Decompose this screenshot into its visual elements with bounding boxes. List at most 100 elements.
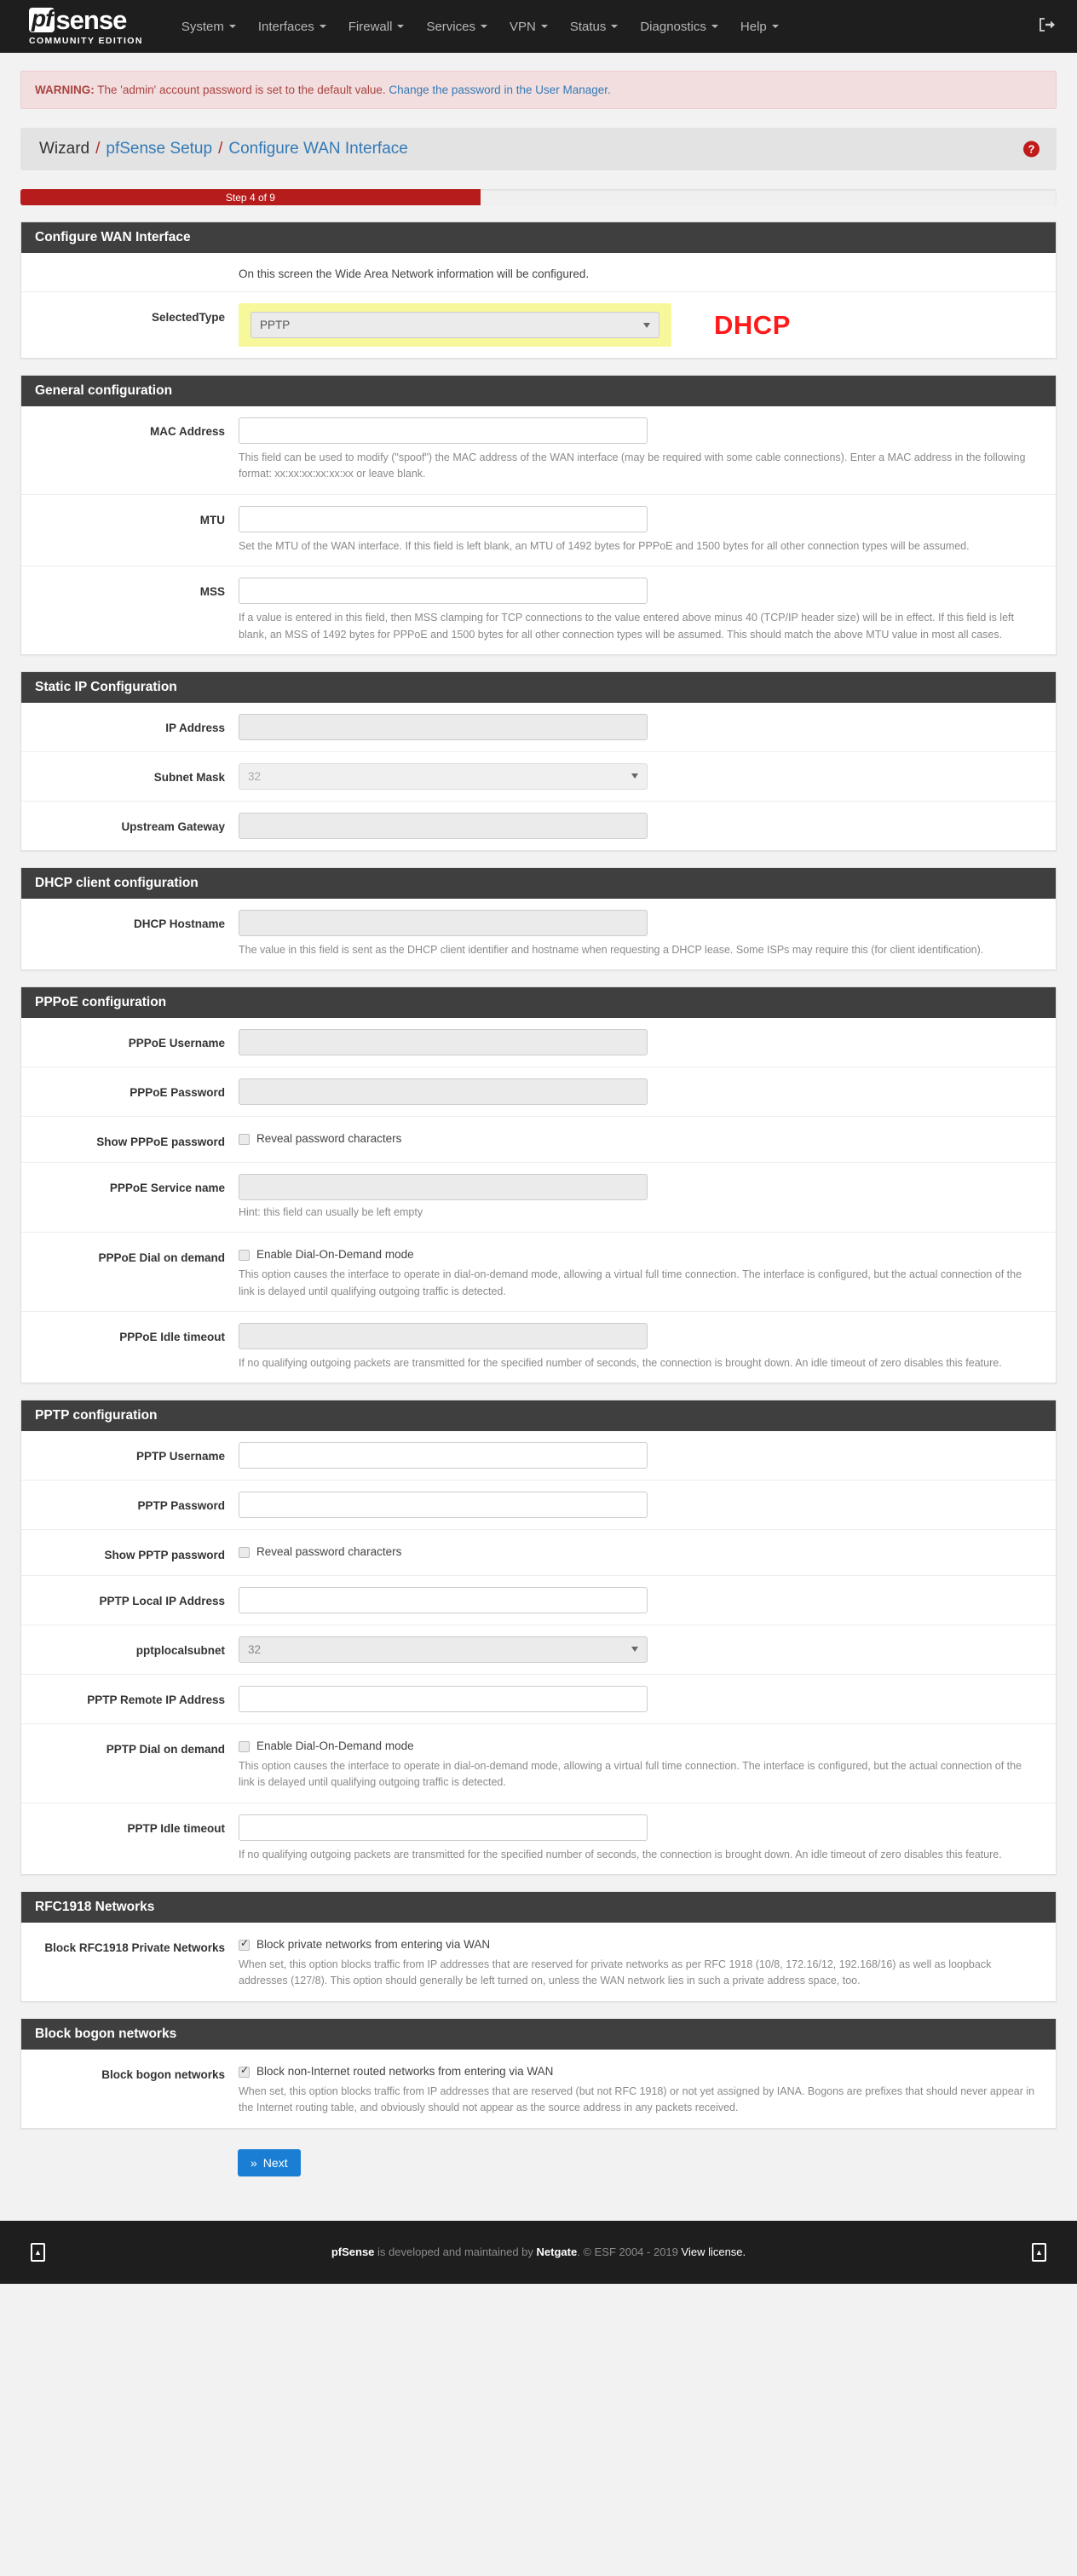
- selected-type-highlight: PPTP: [239, 303, 671, 347]
- pptp-remote-ip-input[interactable]: [239, 1685, 648, 1712]
- nav-item-services[interactable]: Services: [415, 14, 498, 39]
- dhcp-hostname-help: The value in this field is sent as the D…: [239, 943, 984, 956]
- selected-type-select[interactable]: PPTP: [251, 312, 659, 338]
- brand-sense-text: sense: [55, 5, 127, 35]
- mss-input[interactable]: [239, 578, 648, 605]
- selected-type-row: SelectedType PPTP DHCP: [21, 292, 1056, 358]
- pppoe-dial-on-demand-checkbox[interactable]: [239, 1250, 250, 1262]
- pppoe-service-name-input[interactable]: [239, 1173, 648, 1200]
- breadcrumb-separator: /: [95, 140, 101, 158]
- pptp-idle-timeout-input[interactable]: [239, 1814, 648, 1841]
- pptp-local-ip-row: PPTP Local IP Address: [21, 1576, 1056, 1625]
- change-password-link[interactable]: Change the password in the User Manager.: [389, 83, 610, 96]
- pppoe-username-row: PPPoE Username: [21, 1018, 1056, 1068]
- panel-heading-general: General configuration: [21, 376, 1056, 406]
- block-rfc1918-checkbox[interactable]: [239, 1938, 250, 1951]
- subnet-mask-select[interactable]: 32: [239, 762, 648, 790]
- panel-rfc1918-networks: RFC1918 Networks Block RFC1918 Private N…: [20, 1891, 1057, 2002]
- upstream-gateway-row: Upstream Gateway: [21, 802, 1056, 850]
- scroll-top-right-icon[interactable]: ▲: [1032, 2242, 1046, 2262]
- nav-label: Diagnostics: [640, 19, 706, 34]
- pptp-idle-timeout-help: If no qualifying outgoing packets are tr…: [239, 1848, 1002, 1860]
- pptp-local-subnet-select-wrap[interactable]: 32: [239, 1636, 648, 1663]
- pptp-remote-ip-label: PPTP Remote IP Address: [87, 1693, 225, 1706]
- show-pptp-password-label: Show PPTP password: [104, 1549, 225, 1562]
- pppoe-dial-checkbox-label: Enable Dial-On-Demand mode: [256, 1248, 414, 1262]
- panel-heading-bogon: Block bogon networks: [21, 2018, 1056, 2050]
- breadcrumb-configure-wan[interactable]: Configure WAN Interface: [228, 140, 408, 158]
- block-rfc1918-checkbox-line[interactable]: Block private networks from entering via…: [239, 1934, 1037, 1951]
- pppoe-password-input[interactable]: [239, 1078, 648, 1106]
- footer-netgate: Netgate: [536, 2245, 578, 2258]
- subnet-mask-select-wrap[interactable]: 32: [239, 762, 648, 790]
- next-button[interactable]: » Next: [238, 2148, 301, 2176]
- pppoe-idle-timeout-input[interactable]: [239, 1322, 648, 1349]
- view-license-link[interactable]: View license.: [682, 2245, 746, 2258]
- show-pppoe-password-checkbox-line[interactable]: Reveal password characters: [239, 1128, 1037, 1146]
- nav-item-status[interactable]: Status: [559, 14, 630, 39]
- pptp-local-ip-label: PPTP Local IP Address: [99, 1594, 225, 1607]
- pptp-username-label: PPTP Username: [135, 1450, 225, 1463]
- nav-item-vpn[interactable]: VPN: [498, 14, 559, 39]
- help-icon[interactable]: ?: [1023, 141, 1040, 158]
- mac-address-input[interactable]: [239, 417, 648, 444]
- nav-item-help[interactable]: Help: [729, 14, 790, 39]
- navbar-right-actions: [1038, 16, 1057, 37]
- pptp-local-subnet-row: pptplocalsubnet 32: [21, 1625, 1056, 1675]
- show-pptp-password-checkbox[interactable]: [239, 1547, 250, 1559]
- pppoe-dial-checkbox-line[interactable]: Enable Dial-On-Demand mode: [239, 1244, 1037, 1262]
- show-pppoe-password-checkbox-label: Reveal password characters: [256, 1132, 402, 1146]
- block-rfc1918-help: When set, this option blocks traffic fro…: [239, 1958, 992, 1987]
- pptp-password-input[interactable]: [239, 1492, 648, 1519]
- pptp-dial-checkbox-line[interactable]: Enable Dial-On-Demand mode: [239, 1735, 1037, 1752]
- block-bogon-checkbox-label: Block non-Internet routed networks from …: [256, 2064, 554, 2078]
- wan-intro-row: On this screen the Wide Area Network inf…: [21, 253, 1056, 292]
- nav-item-interfaces[interactable]: Interfaces: [247, 14, 337, 39]
- mss-help: If a value is entered in this field, the…: [239, 612, 1014, 641]
- pptp-dial-on-demand-checkbox[interactable]: [239, 1740, 250, 1752]
- upstream-gateway-input[interactable]: [239, 812, 648, 839]
- chevron-down-icon: [540, 25, 548, 28]
- pptp-password-label: PPTP Password: [137, 1499, 225, 1513]
- panel-heading-pppoe: PPPoE configuration: [21, 987, 1056, 1019]
- panel-static-ip-configuration: Static IP Configuration IP Address Subne…: [20, 670, 1057, 851]
- dhcp-hostname-row: DHCP Hostname The value in this field is…: [21, 899, 1056, 969]
- pptp-username-row: PPTP Username: [21, 1431, 1056, 1481]
- pppoe-username-input[interactable]: [239, 1029, 648, 1056]
- pptp-username-input[interactable]: [239, 1442, 648, 1469]
- nav-item-diagnostics[interactable]: Diagnostics: [629, 14, 729, 39]
- nav-item-firewall[interactable]: Firewall: [337, 14, 416, 39]
- show-pptp-password-checkbox-line[interactable]: Reveal password characters: [239, 1541, 1037, 1559]
- pptp-remote-ip-row: PPTP Remote IP Address: [21, 1675, 1056, 1724]
- panel-block-bogon-networks: Block bogon networks Block bogon network…: [20, 2017, 1057, 2129]
- pptp-idle-timeout-label: PPTP Idle timeout: [127, 1821, 225, 1835]
- mtu-row: MTU Set the MTU of the WAN interface. If…: [21, 495, 1056, 567]
- block-bogon-row: Block bogon networks Block non-Internet …: [21, 2050, 1056, 2128]
- show-pppoe-password-checkbox[interactable]: [239, 1134, 250, 1146]
- show-pppoe-password-row: Show PPPoE password Reveal password char…: [21, 1117, 1056, 1163]
- ip-address-input[interactable]: [239, 713, 648, 740]
- breadcrumb-pfsense-setup[interactable]: pfSense Setup: [106, 140, 212, 158]
- logout-icon[interactable]: [1038, 16, 1057, 37]
- scroll-top-left-icon[interactable]: ▲: [31, 2242, 45, 2262]
- mtu-input[interactable]: [239, 505, 648, 532]
- pptp-local-subnet-select[interactable]: 32: [239, 1636, 648, 1663]
- chevron-down-icon: [228, 25, 236, 28]
- selected-type-select-wrap[interactable]: PPTP: [251, 312, 659, 338]
- pptp-local-ip-input[interactable]: [239, 1586, 648, 1613]
- mss-label: MSS: [199, 585, 225, 599]
- brand-logo[interactable]: pf sense COMMUNITY EDITION: [29, 7, 143, 46]
- block-bogon-checkbox-line[interactable]: Block non-Internet routed networks from …: [239, 2061, 1037, 2078]
- block-bogon-checkbox[interactable]: [239, 2065, 250, 2078]
- show-pptp-password-row: Show PPTP password Reveal password chara…: [21, 1530, 1056, 1576]
- dhcp-hostname-input[interactable]: [239, 909, 648, 936]
- mtu-label: MTU: [199, 513, 225, 526]
- pptp-dial-on-demand-label: PPTP Dial on demand: [106, 1742, 225, 1756]
- pppoe-dial-help: This option causes the interface to oper…: [239, 1268, 1022, 1297]
- panel-general-configuration: General configuration MAC Address This f…: [20, 375, 1057, 655]
- nav-label: Services: [426, 19, 475, 34]
- show-pptp-password-checkbox-label: Reveal password characters: [256, 1545, 402, 1559]
- panel-heading-static-ip: Static IP Configuration: [21, 671, 1056, 703]
- nav-item-system[interactable]: System: [170, 14, 247, 39]
- pptp-idle-timeout-row: PPTP Idle timeout If no qualifying outgo…: [21, 1803, 1056, 1874]
